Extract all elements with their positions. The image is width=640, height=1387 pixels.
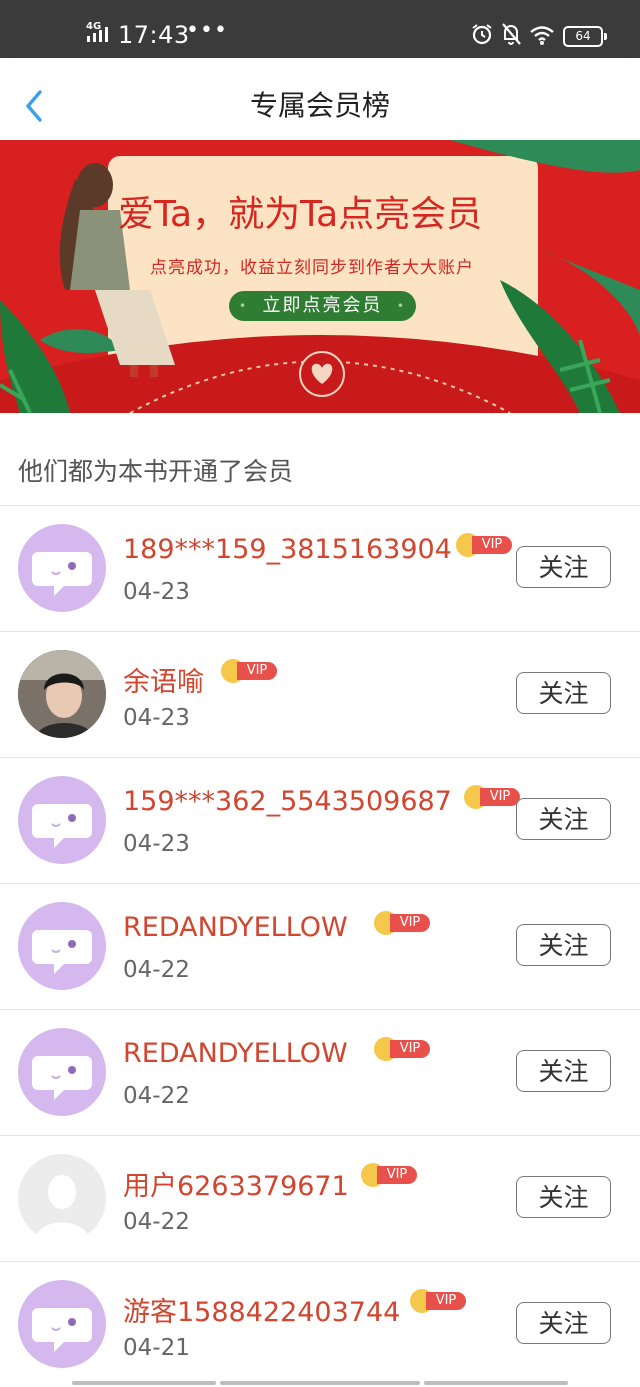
battery-icon: 64 bbox=[563, 26, 607, 47]
list-item[interactable]: REDANDYELLOW VIP 04-22 关注 bbox=[0, 1010, 640, 1136]
wifi-icon bbox=[530, 26, 554, 45]
vip-tag: VIP bbox=[426, 1292, 466, 1310]
avatar[interactable] bbox=[18, 650, 106, 738]
user-photo bbox=[18, 650, 106, 738]
scroll-indicator bbox=[220, 1381, 420, 1385]
follow-button[interactable]: 关注 bbox=[516, 924, 611, 966]
vip-badge: VIP bbox=[464, 785, 522, 809]
avatar[interactable] bbox=[18, 902, 106, 990]
vip-tag: VIP bbox=[377, 1166, 417, 1184]
list-item[interactable]: 余语喻 VIP 04-23 关注 bbox=[0, 632, 640, 758]
banner-title: 爱Ta，就为Ta点亮会员 bbox=[118, 194, 483, 235]
member-name: 游客1588422403744 bbox=[123, 1297, 401, 1328]
default-avatar-icon bbox=[18, 1154, 106, 1242]
vip-tag: VIP bbox=[237, 662, 277, 680]
bell-muted-icon bbox=[502, 23, 521, 45]
chat-bubble-icon bbox=[32, 552, 92, 596]
follow-button[interactable]: 关注 bbox=[516, 798, 611, 840]
member-date: 04-22 bbox=[123, 957, 190, 983]
member-date: 04-23 bbox=[123, 831, 190, 857]
vip-badge: VIP bbox=[221, 659, 279, 683]
avatar[interactable] bbox=[18, 1154, 106, 1242]
light-up-vip-button[interactable]: 立即点亮会员 bbox=[229, 291, 416, 321]
member-list: 189***159_3815163904 VIP 04-23 关注 余语喻 VI… bbox=[0, 506, 640, 1387]
alarm-icon bbox=[472, 24, 492, 45]
member-name: 159***362_5543509687 bbox=[123, 786, 452, 817]
member-date: 04-22 bbox=[123, 1209, 190, 1235]
chat-bubble-icon bbox=[32, 1056, 92, 1100]
list-item[interactable]: 159***362_5543509687 VIP 04-23 关注 bbox=[0, 758, 640, 884]
member-name: 余语喻 bbox=[123, 667, 204, 698]
follow-button[interactable]: 关注 bbox=[516, 672, 611, 714]
vip-badge: VIP bbox=[361, 1163, 419, 1187]
scroll-indicator bbox=[72, 1381, 216, 1385]
signal-icon bbox=[87, 27, 108, 42]
follow-button[interactable]: 关注 bbox=[516, 1050, 611, 1092]
member-name: 189***159_3815163904 bbox=[123, 534, 452, 565]
header-bar: 专属会员榜 bbox=[0, 58, 640, 140]
list-item[interactable]: 189***159_3815163904 VIP 04-23 关注 bbox=[0, 506, 640, 632]
follow-button[interactable]: 关注 bbox=[516, 1302, 611, 1344]
vip-tag: VIP bbox=[390, 1040, 430, 1058]
page-title: 专属会员榜 bbox=[249, 89, 390, 122]
list-item[interactable]: 用户6263379671 VIP 04-22 关注 bbox=[0, 1136, 640, 1262]
banner-subtitle: 点亮成功，收益立刻同步到作者大大账户 bbox=[150, 258, 474, 278]
vip-tag: VIP bbox=[472, 536, 512, 554]
avatar[interactable] bbox=[18, 1280, 106, 1368]
vip-tag: VIP bbox=[390, 914, 430, 932]
list-item[interactable]: REDANDYELLOW VIP 04-22 关注 bbox=[0, 884, 640, 1010]
avatar[interactable] bbox=[18, 776, 106, 864]
follow-button[interactable]: 关注 bbox=[516, 546, 611, 588]
vip-badge: VIP bbox=[374, 911, 432, 935]
vip-badge: VIP bbox=[456, 533, 514, 557]
vip-badge: VIP bbox=[374, 1037, 432, 1061]
chat-bubble-icon bbox=[32, 930, 92, 974]
member-date: 04-22 bbox=[123, 1083, 190, 1109]
follow-button[interactable]: 关注 bbox=[516, 1176, 611, 1218]
status-time: 17:43 bbox=[118, 21, 190, 49]
member-name: 用户6263379671 bbox=[123, 1171, 349, 1202]
member-date: 04-23 bbox=[123, 579, 190, 605]
avatar[interactable] bbox=[18, 524, 106, 612]
member-name: REDANDYELLOW bbox=[123, 912, 348, 943]
avatar[interactable] bbox=[18, 1028, 106, 1116]
chat-bubble-icon bbox=[32, 1308, 92, 1352]
status-more-dots: ••• bbox=[186, 18, 228, 43]
list-item[interactable]: 游客1588422403744 VIP 04-21 关注 bbox=[0, 1262, 640, 1387]
status-bar: 4G 17:43 ••• 64 bbox=[0, 0, 640, 58]
battery-level: 64 bbox=[575, 29, 591, 43]
member-date: 04-21 bbox=[123, 1335, 190, 1361]
scroll-indicator bbox=[424, 1381, 568, 1385]
member-date: 04-23 bbox=[123, 705, 190, 731]
section-title: 他们都为本书开通了会员 bbox=[18, 457, 294, 486]
member-name: REDANDYELLOW bbox=[123, 1038, 348, 1069]
vip-badge: VIP bbox=[410, 1289, 468, 1313]
vip-tag: VIP bbox=[480, 788, 520, 806]
chat-bubble-icon bbox=[32, 804, 92, 848]
vip-banner[interactable]: 爱Ta，就为Ta点亮会员 点亮成功，收益立刻同步到作者大大账户 立即点亮会员 bbox=[0, 140, 640, 413]
